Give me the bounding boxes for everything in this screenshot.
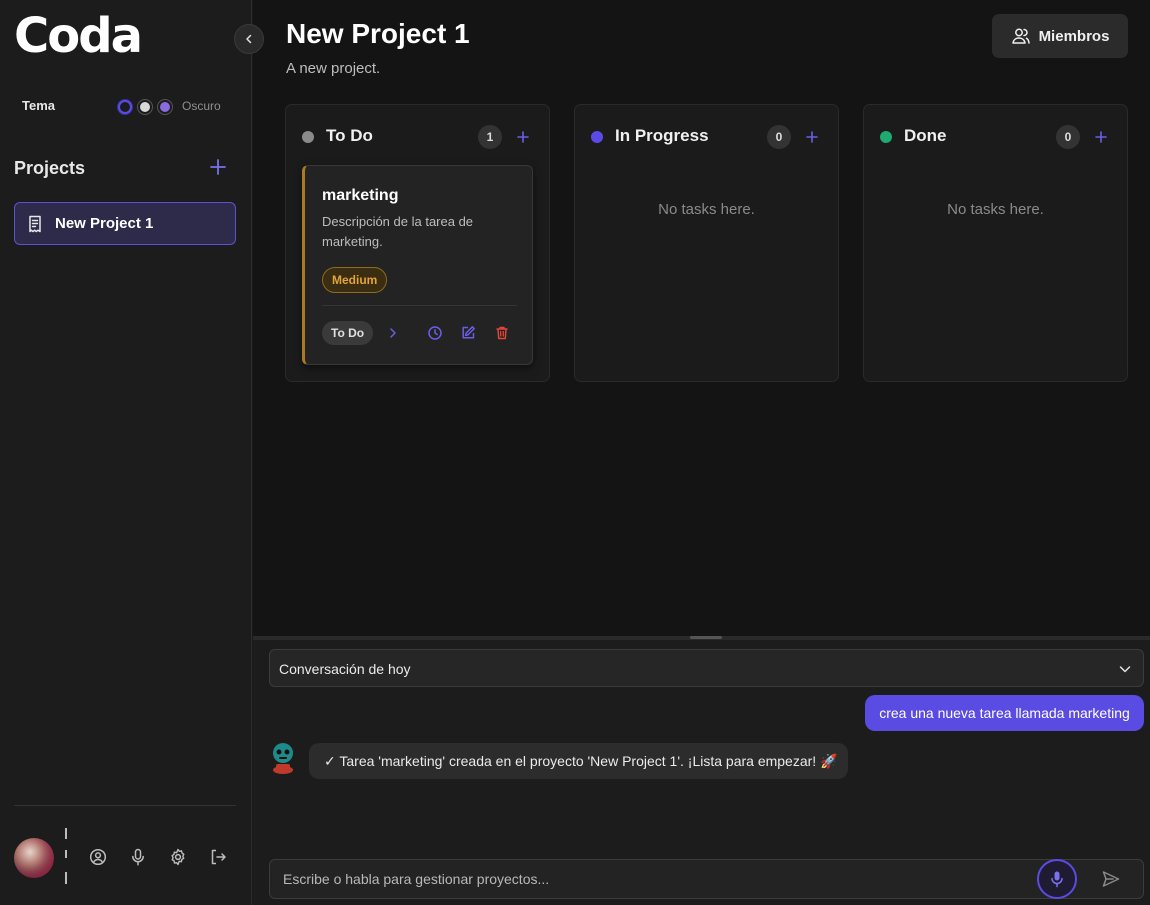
chat-panel: Conversación de hoy crea una nueva tarea… <box>253 640 1150 905</box>
add-task-button[interactable] <box>512 126 534 148</box>
column-title: To Do <box>326 126 373 145</box>
page-subtitle: A new project. <box>286 60 381 77</box>
column-header: To Do 1 <box>302 125 535 149</box>
projects-heading: Projects <box>14 158 86 178</box>
chat-input[interactable] <box>271 861 1031 897</box>
card-divider <box>322 305 517 306</box>
conversation-select[interactable]: Conversación de hoy <box>269 649 1144 687</box>
move-task-button[interactable] <box>384 324 402 342</box>
sidebar-footer-actions <box>88 847 228 867</box>
column-task-count: 0 <box>1056 125 1080 149</box>
chevron-down-icon <box>1119 666 1131 673</box>
empty-column-message: No tasks here. <box>658 201 755 218</box>
column-task-count: 0 <box>767 125 791 149</box>
logout-button[interactable] <box>208 847 228 867</box>
microphone-icon <box>1051 871 1063 888</box>
task-title: marketing <box>322 187 399 204</box>
empty-column-message: No tasks here. <box>947 201 1044 218</box>
voice-input-button[interactable] <box>1037 859 1077 899</box>
theme-option-dark[interactable] <box>118 100 132 114</box>
plus-icon <box>517 131 529 143</box>
chat-input-bar <box>269 859 1144 899</box>
logout-icon <box>211 849 226 865</box>
project-name: New Project 1 <box>55 215 154 232</box>
send-icon <box>1102 871 1120 887</box>
task-history-button[interactable] <box>426 324 444 342</box>
column-status-dot <box>302 131 314 143</box>
column-task-count: 1 <box>478 125 502 149</box>
column-status-dot <box>591 131 603 143</box>
delete-task-button[interactable] <box>493 324 511 342</box>
column-done: Done 0 No tasks here. <box>863 104 1128 382</box>
theme-options <box>118 100 172 114</box>
theme-label: Tema <box>22 98 55 113</box>
edit-icon <box>462 326 475 339</box>
members-button[interactable]: Miembros <box>992 14 1128 58</box>
trash-icon <box>496 326 508 340</box>
voice-button[interactable] <box>128 847 148 867</box>
sidebar: Coda Tema Oscuro Projects New Project 1 <box>0 0 252 905</box>
clock-icon <box>428 326 442 340</box>
column-in-progress: In Progress 0 No tasks here. <box>574 104 839 382</box>
bot-avatar-icon <box>273 743 293 774</box>
microphone-icon <box>132 848 144 866</box>
conversation-select-value: Conversación de hoy <box>279 661 411 677</box>
gear-icon <box>171 848 185 866</box>
task-card[interactable]: marketing Descripción de la tarea de mar… <box>302 165 533 365</box>
theme-selector: Tema Oscuro <box>22 97 232 117</box>
user-message: crea una nueva tarea llamada marketing <box>865 695 1144 731</box>
main-board-area: New Project 1 A new project. Miembros To… <box>253 0 1150 636</box>
app-logo: Coda <box>14 8 143 64</box>
theme-option-light[interactable] <box>138 100 152 114</box>
send-button[interactable] <box>1101 869 1121 889</box>
column-status-dot <box>880 131 892 143</box>
user-avatar[interactable] <box>14 838 54 878</box>
resize-handle[interactable] <box>690 636 722 639</box>
add-task-button[interactable] <box>1090 126 1112 148</box>
collapse-sidebar-button[interactable] <box>234 24 264 54</box>
assistant-message: ✓ Tarea 'marketing' creada en el proyect… <box>309 743 848 779</box>
members-label: Miembros <box>1038 27 1110 45</box>
receipt-icon <box>29 215 41 232</box>
page-title: New Project 1 <box>286 18 470 49</box>
priority-badge: Medium <box>322 267 388 293</box>
users-icon <box>1011 28 1030 44</box>
plus-icon <box>210 159 226 175</box>
user-circle-icon <box>89 848 107 866</box>
plus-icon <box>1095 131 1107 143</box>
column-todo: To Do 1 marketing Descripción de la tare… <box>285 104 550 382</box>
settings-button[interactable] <box>168 847 188 867</box>
task-status-pill[interactable]: To Do <box>322 321 374 345</box>
chevron-right-icon <box>390 328 396 338</box>
task-description: Descripción de la tarea de marketing. <box>322 214 474 249</box>
user-info-truncated <box>65 826 71 886</box>
theme-option-purple[interactable] <box>158 100 172 114</box>
profile-button[interactable] <box>88 847 108 867</box>
add-task-button[interactable] <box>801 126 823 148</box>
column-header: In Progress 0 <box>591 125 824 149</box>
edit-task-button[interactable] <box>459 324 477 342</box>
chevron-left-icon <box>246 34 252 44</box>
plus-icon <box>806 131 818 143</box>
column-title: Done <box>904 126 947 145</box>
sidebar-divider <box>14 805 236 806</box>
column-title: In Progress <box>615 126 709 145</box>
add-project-button[interactable] <box>207 156 229 178</box>
column-header: Done 0 <box>880 125 1113 149</box>
theme-current-name: Oscuro <box>182 99 221 113</box>
sidebar-item-project[interactable]: New Project 1 <box>14 202 236 245</box>
